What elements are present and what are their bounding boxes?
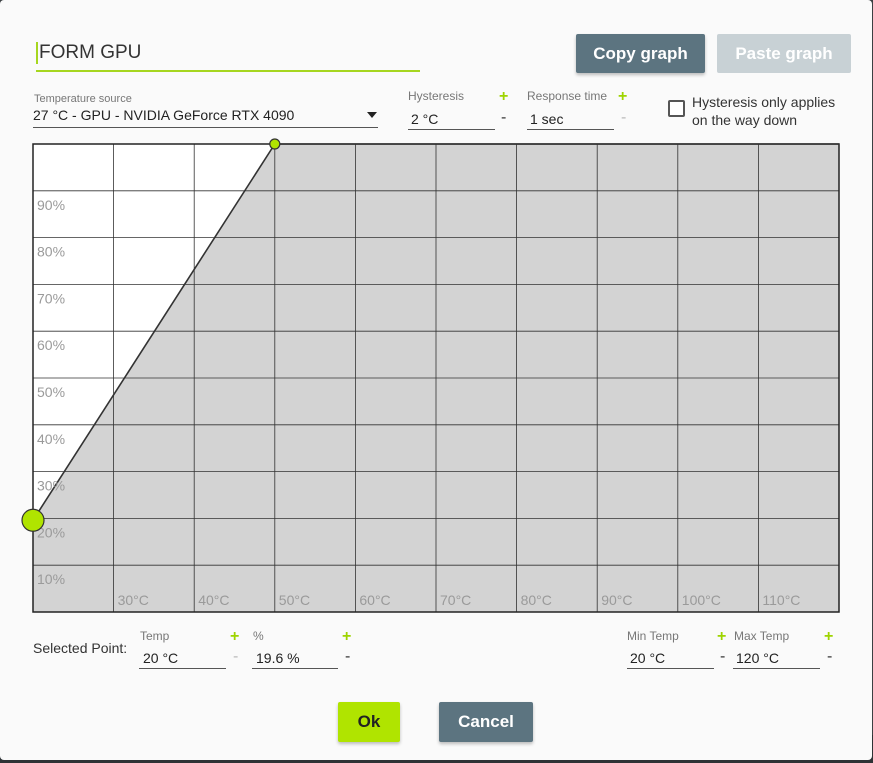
selected-temp-increase-icon[interactable]: + [230, 629, 239, 645]
curve-point-selected[interactable] [21, 508, 45, 532]
curve-point[interactable] [269, 138, 281, 150]
min-temp-label: Min Temp [627, 629, 679, 643]
max-temp-input[interactable]: 120 °C [733, 649, 820, 669]
x-tick-label: 80°C [521, 592, 552, 608]
cancel-button[interactable]: Cancel [439, 702, 533, 742]
x-tick-label: 110°C [762, 592, 800, 608]
x-tick-label: 100°C [682, 592, 721, 608]
x-tick-label: 60°C [359, 592, 390, 608]
selected-temp-input[interactable]: 20 °C [139, 649, 226, 669]
selected-temp-decrease-icon[interactable]: - [233, 649, 238, 665]
selected-temp-label: Temp [140, 629, 170, 643]
selected-pct-increase-icon[interactable]: + [342, 629, 351, 645]
selected-point-label: Selected Point: [33, 640, 128, 656]
fan-curve-dialog: FORM GPU Copy graph Paste graph Temperat… [0, 0, 872, 760]
x-tick-label: 50°C [279, 592, 310, 608]
selected-pct-decrease-icon[interactable]: - [345, 649, 350, 665]
max-temp-label: Max Temp [734, 629, 790, 643]
min-temp-increase-icon[interactable]: + [717, 629, 726, 645]
x-tick-label: 30°C [118, 592, 149, 608]
x-tick-label: 40°C [198, 592, 229, 608]
y-tick-label: 80% [37, 244, 65, 260]
y-tick-label: 10% [37, 571, 65, 587]
y-tick-label: 60% [37, 337, 65, 353]
x-tick-label: 70°C [440, 592, 471, 608]
max-temp-decrease-icon[interactable]: - [827, 649, 832, 665]
selected-pct-label: % [253, 629, 264, 643]
min-temp-decrease-icon[interactable]: - [720, 649, 725, 665]
ok-button[interactable]: Ok [338, 702, 400, 742]
y-tick-label: 40% [37, 431, 65, 447]
y-tick-label: 50% [37, 384, 65, 400]
y-tick-label: 30% [37, 478, 65, 494]
y-tick-label: 90% [37, 197, 65, 213]
x-tick-label: 90°C [601, 592, 632, 608]
y-tick-label: 70% [37, 290, 65, 306]
min-temp-input[interactable]: 20 °C [627, 649, 714, 669]
selected-pct-input[interactable]: 19.6 % [252, 649, 338, 669]
max-temp-increase-icon[interactable]: + [824, 629, 833, 645]
